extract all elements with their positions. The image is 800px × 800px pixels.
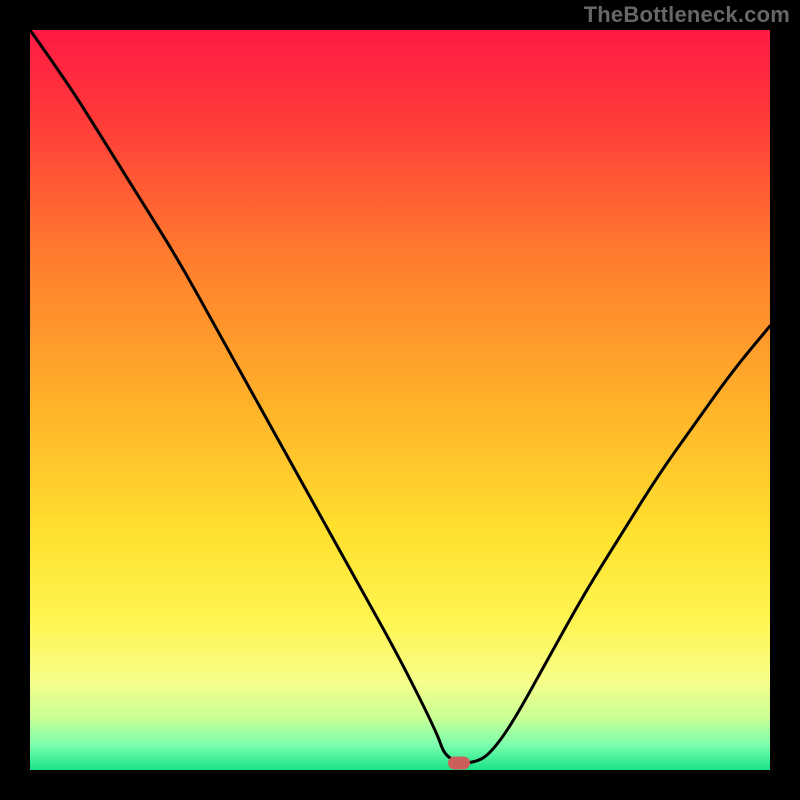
watermark-text: TheBottleneck.com bbox=[584, 2, 790, 28]
chart-frame: TheBottleneck.com bbox=[0, 0, 800, 800]
bottleneck-curve bbox=[30, 30, 770, 770]
plot-area bbox=[30, 30, 770, 770]
min-marker bbox=[448, 756, 470, 769]
